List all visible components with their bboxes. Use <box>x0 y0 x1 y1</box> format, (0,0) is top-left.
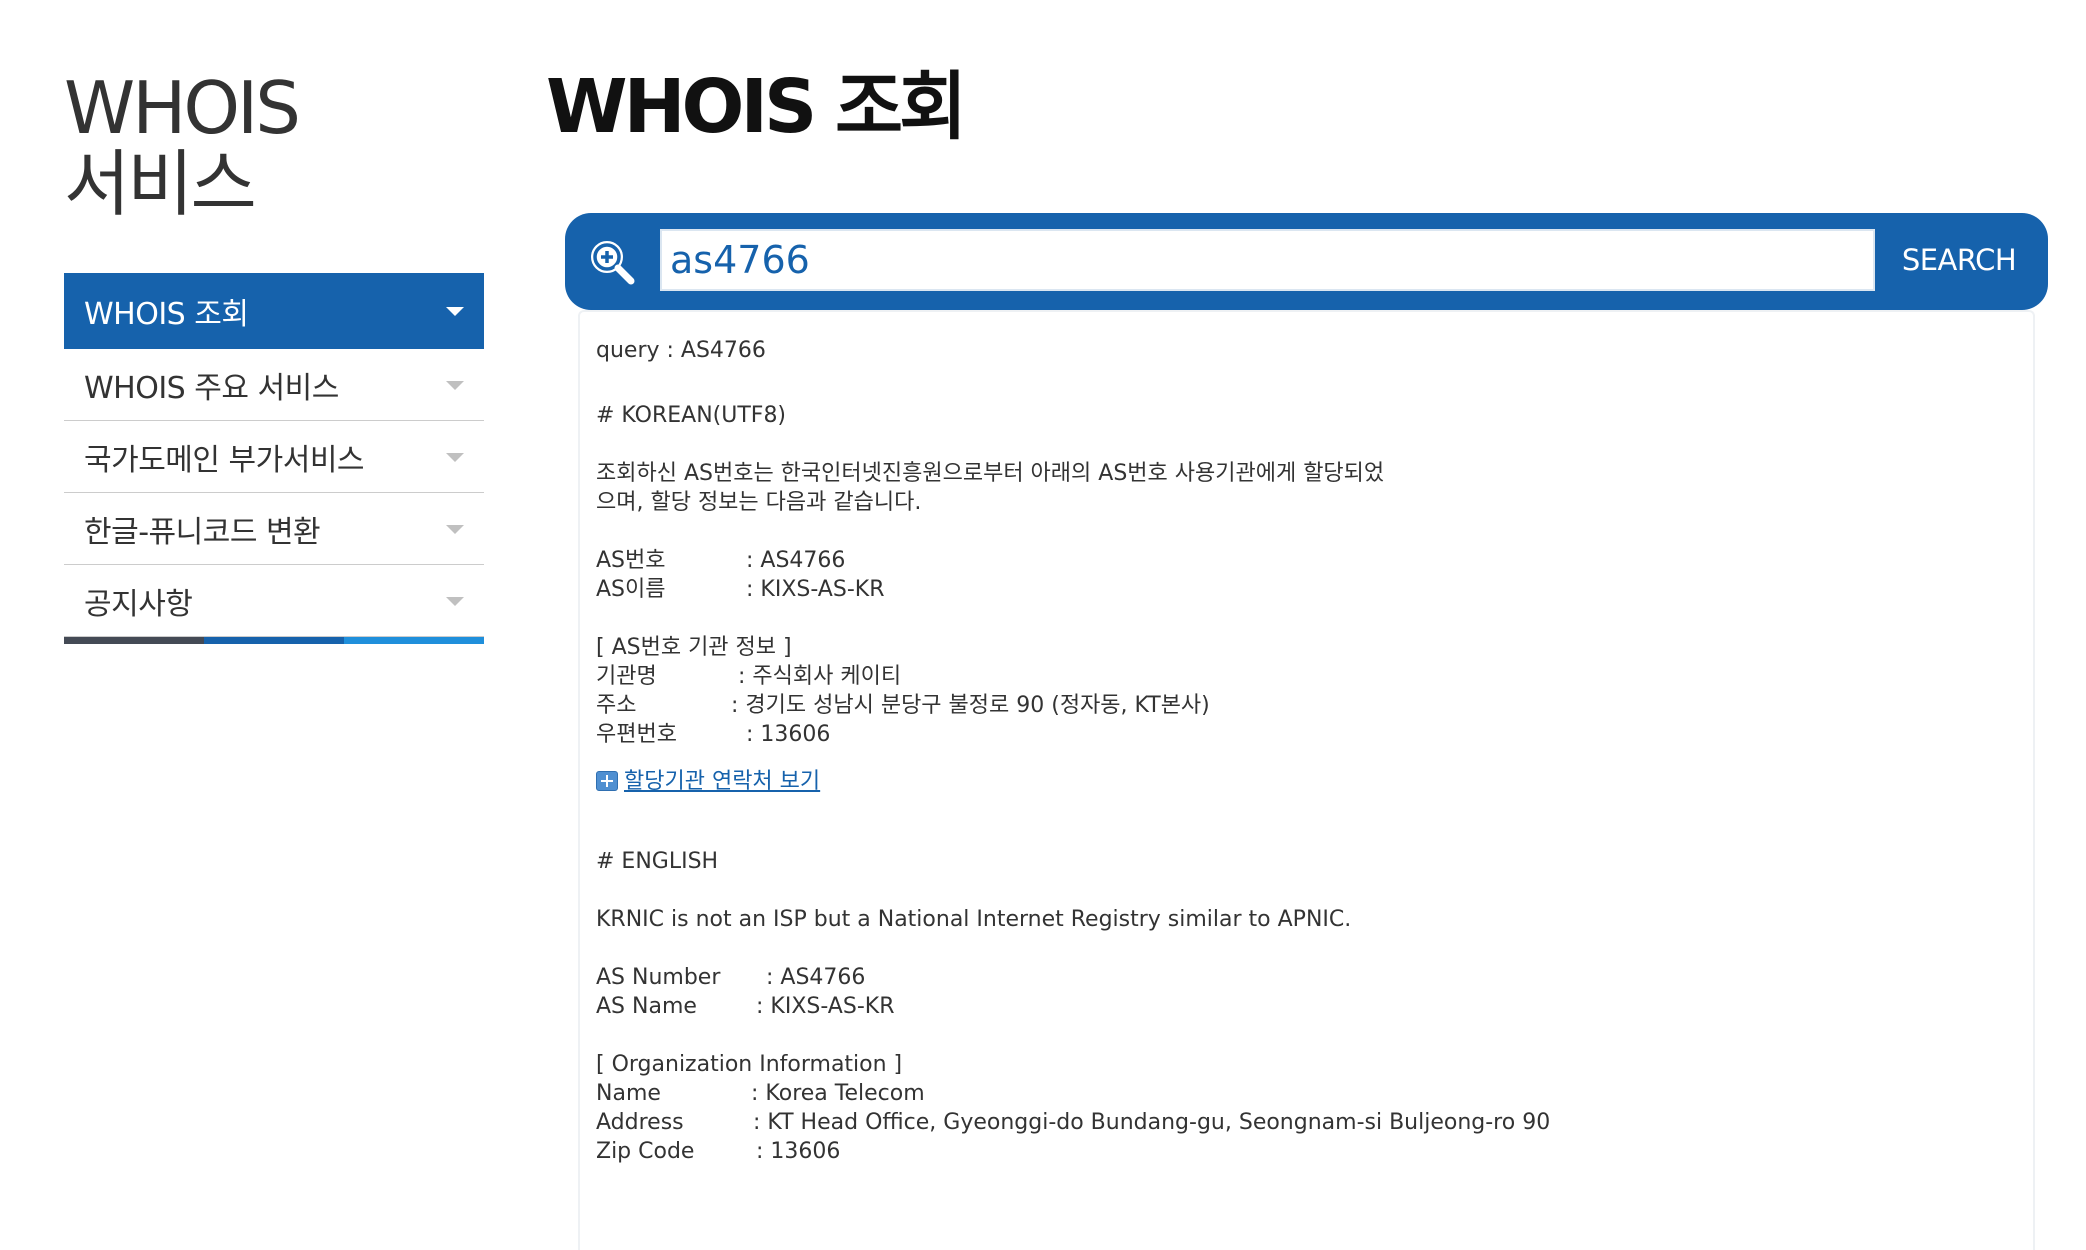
ko-as-name-row: AS이름 : KIXS-AS-KR <box>596 575 1550 604</box>
chevron-down-icon <box>446 452 464 462</box>
contact-info-link-label: 할당기관 연락처 보기 <box>624 768 821 794</box>
ko-org-header: [ AS번호 기관 정보 ] <box>596 635 792 660</box>
chevron-down-icon <box>446 524 464 534</box>
ko-org-zip-row: 우편번호 : 13606 <box>596 720 1550 749</box>
korean-header: # KOREAN(UTF8) <box>596 403 787 428</box>
contact-info-link[interactable]: 할당기관 연락처 보기 <box>596 761 1550 801</box>
field-value: : AS4766 <box>746 548 846 573</box>
en-org-header: [ Organization Information ] <box>596 1052 903 1077</box>
search-icon[interactable] <box>587 237 635 285</box>
en-as-name-row: AS Name : KIXS-AS-KR <box>596 992 1550 1021</box>
sidebar-item-label: WHOIS 조회 <box>84 297 249 332</box>
bar-segment-blue <box>204 637 344 644</box>
field-label: AS Name <box>596 994 697 1019</box>
chevron-down-icon <box>446 380 464 390</box>
field-label: 주소 <box>596 693 637 718</box>
field-label: Name <box>596 1081 661 1106</box>
korean-intro-2: 으며, 할당 정보는 다음과 같습니다. <box>596 490 922 515</box>
ko-as-number-row: AS번호 : AS4766 <box>596 546 1550 575</box>
chevron-down-icon <box>446 596 464 606</box>
sidebar-title-line2: 서비스 <box>64 142 257 226</box>
english-header: # ENGLISH <box>596 849 719 874</box>
en-as-number-row: AS Number : AS4766 <box>596 963 1550 992</box>
search-input[interactable] <box>660 229 1875 291</box>
query-line: query : AS4766 <box>596 338 766 363</box>
field-value: : 13606 <box>756 1139 841 1164</box>
en-org-zip-row: Zip Code : 13606 <box>596 1137 1550 1166</box>
field-value: : KIXS-AS-KR <box>756 994 895 1019</box>
ko-org-name-row: 기관명 : 주식회사 케이티 <box>596 662 1550 691</box>
field-value: : KT Head Office, Gyeonggi-do Bundang-gu… <box>753 1110 1551 1135</box>
field-value: : AS4766 <box>766 965 866 990</box>
field-label: Address <box>596 1110 684 1135</box>
sidebar-title-line1: WHOIS <box>64 66 301 150</box>
en-org-address-row: Address : KT Head Office, Gyeonggi-do Bu… <box>596 1108 1550 1137</box>
bar-segment-dark <box>64 637 204 644</box>
ko-org-address-row: 주소 : 경기도 성남시 분당구 불정로 90 (정자동, KT본사) <box>596 691 1550 720</box>
page-title: WHOIS 조회 <box>546 64 967 150</box>
sidebar-bottom-bar <box>64 637 484 644</box>
plus-icon <box>596 771 618 791</box>
sidebar-menu: WHOIS 조회 WHOIS 주요 서비스 국가도메인 부가서비스 한글-퓨니코… <box>64 273 484 644</box>
field-label: AS Number <box>596 965 721 990</box>
korean-intro-1: 조회하신 AS번호는 한국인터넷진흥원으로부터 아래의 AS번호 사용기관에게 … <box>596 461 1385 486</box>
sidebar-item-label: 한글-퓨니코드 변환 <box>84 514 321 550</box>
sidebar-item-label: WHOIS 주요 서비스 <box>84 370 339 406</box>
field-label: Zip Code <box>596 1139 695 1164</box>
field-value: : Korea Telecom <box>751 1081 925 1106</box>
field-value: : 경기도 성남시 분당구 불정로 90 (정자동, KT본사) <box>731 693 1210 718</box>
sidebar-item-whois-lookup[interactable]: WHOIS 조회 <box>64 273 484 349</box>
field-label: AS이름 <box>596 577 666 602</box>
field-value: : 13606 <box>746 722 831 747</box>
field-value: : 주식회사 케이티 <box>738 664 902 689</box>
sidebar-item-national-domain[interactable]: 국가도메인 부가서비스 <box>64 421 484 493</box>
field-label: 기관명 <box>596 664 657 689</box>
chevron-down-icon <box>446 307 464 316</box>
field-label: AS번호 <box>596 548 666 573</box>
sidebar-item-label: 공지사항 <box>84 586 193 622</box>
bar-segment-sky <box>344 637 484 644</box>
field-value: : KIXS-AS-KR <box>746 577 885 602</box>
whois-result: query : AS4766 # KOREAN(UTF8) 조회하신 AS번호는… <box>596 336 1550 1166</box>
sidebar-item-notices[interactable]: 공지사항 <box>64 565 484 637</box>
sidebar-title: WHOIS 서비스 <box>64 70 504 222</box>
sidebar-item-whois-services[interactable]: WHOIS 주요 서비스 <box>64 349 484 421</box>
field-label: 우편번호 <box>596 722 677 747</box>
search-bar: SEARCH <box>565 213 2048 310</box>
en-org-name-row: Name : Korea Telecom <box>596 1079 1550 1108</box>
search-button[interactable]: SEARCH <box>1887 229 2031 291</box>
english-intro: KRNIC is not an ISP but a National Inter… <box>596 907 1352 932</box>
sidebar-item-punycode[interactable]: 한글-퓨니코드 변환 <box>64 493 484 565</box>
sidebar-item-label: 국가도메인 부가서비스 <box>84 442 365 478</box>
